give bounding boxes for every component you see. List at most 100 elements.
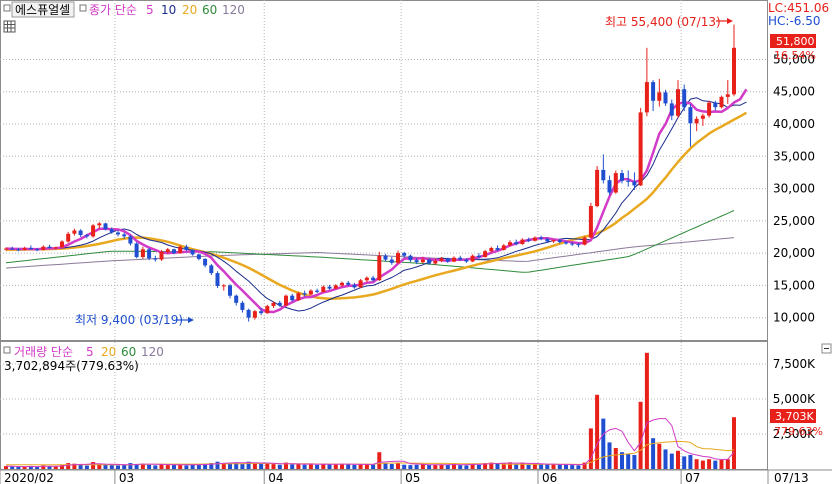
candle-body bbox=[520, 239, 525, 245]
volume-bar bbox=[277, 464, 282, 469]
candle-body bbox=[452, 257, 456, 262]
stock-name: 에스퓨얼셀 bbox=[15, 3, 70, 17]
x-tick-label: 05 bbox=[405, 471, 420, 484]
candle-body bbox=[501, 245, 506, 250]
candle-body bbox=[78, 230, 83, 235]
candle-body bbox=[290, 295, 295, 301]
candle-body bbox=[707, 102, 712, 116]
candle-body bbox=[669, 103, 674, 116]
candle-body bbox=[184, 246, 189, 250]
candle-body bbox=[396, 253, 400, 263]
x-tick-label: 06 bbox=[542, 471, 557, 484]
ma20-legend: 20 bbox=[182, 3, 197, 17]
volume-bar bbox=[427, 465, 432, 469]
candle-body bbox=[116, 232, 120, 235]
volume-bar bbox=[626, 453, 631, 469]
volume-bar bbox=[116, 465, 120, 469]
volume-bar bbox=[190, 464, 195, 469]
candle-body bbox=[134, 243, 139, 258]
candle-body bbox=[651, 82, 656, 101]
candle-body bbox=[346, 282, 351, 285]
candle-body bbox=[35, 249, 40, 251]
candle-body bbox=[103, 223, 108, 230]
y-axis-labels: 50,00045,00040,00035,00030,00025,00020,0… bbox=[773, 52, 816, 441]
volume-bar bbox=[221, 463, 226, 469]
candle-body bbox=[53, 247, 58, 249]
x-tick-label: 07 bbox=[685, 471, 700, 484]
candle-body bbox=[526, 239, 531, 241]
ma10-legend: 10 bbox=[161, 3, 176, 17]
candle-body bbox=[358, 280, 363, 288]
candle-body bbox=[595, 169, 600, 207]
candle-body bbox=[327, 286, 332, 289]
candle-body bbox=[271, 302, 276, 306]
volume-bar bbox=[458, 465, 463, 469]
volume-bar bbox=[526, 464, 531, 469]
candle-body bbox=[539, 237, 544, 239]
volume-bar bbox=[308, 464, 313, 469]
candle-body bbox=[252, 311, 257, 318]
candle-body bbox=[644, 82, 649, 113]
candle-body bbox=[91, 225, 96, 237]
candle-body bbox=[514, 242, 519, 245]
volume-bar bbox=[495, 463, 500, 469]
candle-body bbox=[122, 234, 127, 237]
volume-tick-label: 7,500K bbox=[773, 357, 816, 371]
volume-bar bbox=[315, 464, 320, 469]
candle-body bbox=[489, 248, 494, 252]
candle-body bbox=[190, 249, 195, 255]
volume-tag-change: 779.63% bbox=[774, 425, 823, 438]
volume-bar bbox=[352, 464, 357, 469]
candle-body bbox=[725, 94, 730, 97]
price-tag-value: 51,800 bbox=[776, 35, 815, 48]
y-tick-label: 45,000 bbox=[773, 85, 815, 99]
volume-checkbox[interactable] bbox=[3, 346, 11, 354]
candle-body bbox=[259, 311, 264, 314]
candle-body bbox=[140, 249, 145, 257]
volume-bar bbox=[383, 463, 388, 469]
candle-body bbox=[364, 277, 369, 281]
candle-body bbox=[495, 248, 500, 250]
indicator-checkbox[interactable] bbox=[3, 4, 11, 12]
candle-body bbox=[284, 295, 288, 306]
candle-body bbox=[16, 249, 21, 251]
volume-bar bbox=[327, 464, 332, 469]
candle-body bbox=[147, 249, 152, 259]
x-tick-label: 03 bbox=[119, 471, 134, 484]
header-legend-marker bbox=[79, 4, 87, 12]
table-icon[interactable] bbox=[3, 20, 16, 33]
candle-body bbox=[570, 243, 575, 245]
candle-body bbox=[308, 290, 313, 295]
candle-body bbox=[551, 240, 556, 242]
volume-bar bbox=[35, 467, 40, 469]
candle-body bbox=[508, 242, 512, 246]
candle-body bbox=[196, 254, 201, 259]
candle-body bbox=[601, 169, 606, 181]
x-axis-labels: 2020/02 03 04 05 06 07 07/13 bbox=[0, 470, 809, 484]
y-tick-label: 20,000 bbox=[773, 246, 815, 260]
candle-body bbox=[470, 255, 475, 262]
candle-body bbox=[153, 258, 158, 260]
candle-body bbox=[564, 242, 568, 244]
candle-body bbox=[28, 248, 33, 250]
candle-body bbox=[408, 255, 413, 261]
candle-body bbox=[41, 246, 46, 250]
volume-bar bbox=[632, 455, 637, 469]
candle-body bbox=[240, 302, 245, 310]
volume-tick-label: 5,000K bbox=[773, 392, 816, 406]
candle-body bbox=[97, 223, 102, 226]
volume-tag-value: 3,703K bbox=[775, 410, 814, 423]
panel-collapse-button[interactable] bbox=[821, 343, 832, 354]
candle-body bbox=[333, 285, 338, 289]
candle-body bbox=[576, 244, 581, 246]
candle-body bbox=[532, 237, 537, 241]
candle-body bbox=[420, 259, 425, 263]
candle-body bbox=[445, 258, 450, 262]
candle-body bbox=[128, 236, 133, 244]
candle-body bbox=[638, 112, 643, 186]
candle-body bbox=[414, 260, 419, 263]
volume-bar bbox=[333, 464, 338, 469]
candle-body bbox=[265, 306, 270, 314]
candle-body bbox=[439, 258, 444, 261]
volume-bar bbox=[184, 465, 189, 469]
